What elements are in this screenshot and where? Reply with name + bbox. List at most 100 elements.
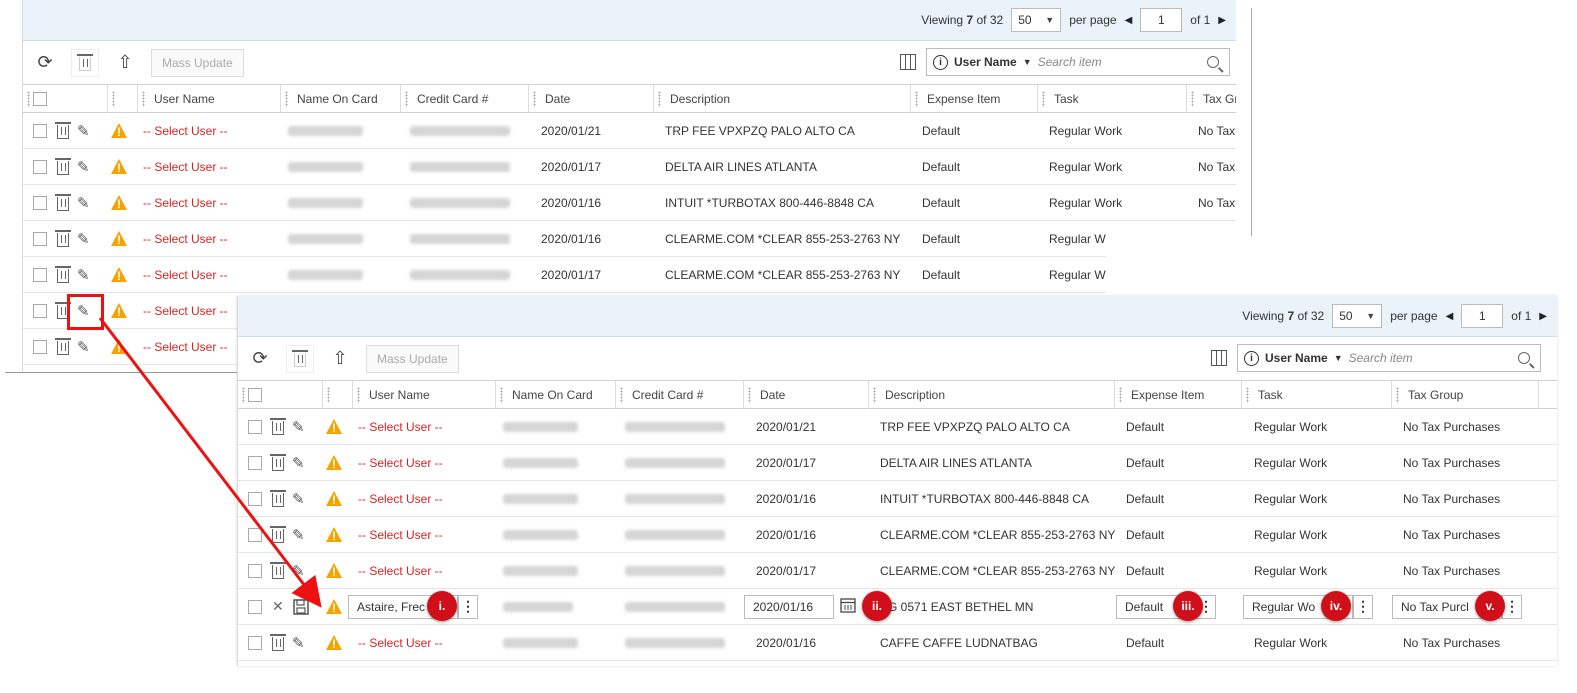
page-input[interactable]: 1	[1461, 304, 1504, 328]
row-checkbox[interactable]	[33, 329, 47, 364]
select-all-checkbox[interactable]	[248, 388, 262, 402]
edit-icon[interactable]: ✎	[77, 329, 90, 364]
prev-page-icon[interactable]: ◀	[1125, 15, 1133, 26]
row-checkbox[interactable]	[248, 409, 262, 444]
per-page-select[interactable]: 50 ▼	[1011, 8, 1062, 32]
search-box[interactable]: i User Name ▼ Search item	[1237, 344, 1541, 372]
trash-icon[interactable]	[55, 185, 71, 220]
edit-icon[interactable]: ✎	[77, 221, 90, 256]
trash-icon[interactable]	[270, 445, 286, 480]
column-name-on-card[interactable]: Name On Card	[496, 381, 616, 409]
column-tax-group[interactable]: Tax Gr	[1187, 85, 1236, 113]
user-select-link[interactable]: -- Select User --	[358, 553, 443, 588]
user-select-link[interactable]: -- Select User --	[143, 329, 228, 364]
user-select-link[interactable]: -- Select User --	[143, 221, 228, 256]
user-menu-icon[interactable]: ⋮	[458, 594, 478, 619]
column-task[interactable]: Task	[1242, 381, 1392, 409]
column-credit-card[interactable]: Credit Card #	[401, 85, 529, 113]
trash-icon[interactable]	[55, 257, 71, 292]
column-tax-group[interactable]: Tax Group	[1392, 381, 1539, 409]
column-expense-item[interactable]: Expense Item	[1115, 381, 1242, 409]
edit-icon[interactable]: ✎	[292, 481, 305, 516]
row-checkbox[interactable]	[33, 185, 47, 220]
user-select-link[interactable]: -- Select User --	[358, 625, 443, 660]
refresh-icon[interactable]: ⟳	[33, 51, 57, 75]
trash-icon[interactable]	[270, 517, 286, 552]
trash-icon[interactable]	[270, 409, 286, 444]
next-page-icon[interactable]: ▶	[1218, 15, 1226, 26]
row-checkbox[interactable]	[248, 625, 262, 660]
search-input[interactable]: Search item	[1038, 55, 1201, 69]
row-checkbox[interactable]	[33, 149, 47, 184]
user-select-link[interactable]: -- Select User --	[143, 149, 228, 184]
search-field-select[interactable]: User Name	[1265, 351, 1328, 365]
edit-icon[interactable]: ✎	[77, 257, 90, 292]
trash-icon[interactable]	[55, 149, 71, 184]
export-icon[interactable]: ⇧	[113, 51, 137, 75]
row-checkbox[interactable]	[248, 553, 262, 588]
page-input[interactable]: 1	[1140, 8, 1183, 32]
user-select-link[interactable]: -- Select User --	[143, 293, 228, 328]
user-select-link[interactable]: -- Select User --	[358, 517, 443, 552]
column-date[interactable]: Date	[744, 381, 869, 409]
columns-icon[interactable]	[1211, 350, 1227, 366]
trash-icon[interactable]	[270, 625, 286, 660]
search-input[interactable]: Search item	[1349, 351, 1512, 365]
trash-icon[interactable]	[55, 113, 71, 148]
trash-icon[interactable]	[270, 553, 286, 588]
edit-icon[interactable]: ✎	[77, 113, 90, 148]
search-field-select[interactable]: User Name	[954, 55, 1017, 69]
row-checkbox[interactable]	[33, 257, 47, 292]
per-page-select[interactable]: 50 ▼	[1332, 304, 1383, 328]
search-icon[interactable]	[1207, 56, 1219, 68]
edit-icon[interactable]: ✎	[292, 409, 305, 444]
column-description[interactable]: Description	[869, 381, 1115, 409]
trash-icon[interactable]	[55, 329, 71, 364]
user-select-link[interactable]: -- Select User --	[358, 409, 443, 444]
edit-icon[interactable]: ✎	[292, 445, 305, 480]
save-icon[interactable]	[293, 589, 309, 624]
column-user-name[interactable]: User Name	[138, 85, 281, 113]
search-box[interactable]: i User Name ▼ Search item	[926, 48, 1230, 76]
cancel-icon[interactable]: ✕	[272, 589, 284, 624]
user-select-link[interactable]: -- Select User --	[143, 257, 228, 292]
column-description[interactable]: Description	[654, 85, 911, 113]
edit-icon[interactable]: ✎	[77, 149, 90, 184]
task-menu-icon[interactable]: ⋮	[1353, 594, 1373, 619]
row-checkbox[interactable]	[33, 293, 47, 328]
column-expense-item[interactable]: Expense Item	[911, 85, 1038, 113]
search-icon[interactable]	[1518, 352, 1530, 364]
trash-icon[interactable]	[55, 221, 71, 256]
refresh-icon[interactable]: ⟳	[248, 347, 272, 371]
edit-icon[interactable]: ✎	[292, 625, 305, 660]
row-checkbox[interactable]	[248, 589, 262, 624]
column-user-name[interactable]: User Name	[353, 381, 496, 409]
edit-icon[interactable]: ✎	[292, 517, 305, 552]
row-checkbox[interactable]	[248, 517, 262, 552]
user-select-link[interactable]: -- Select User --	[143, 113, 228, 148]
column-date[interactable]: Date	[529, 85, 654, 113]
calendar-icon[interactable]	[840, 597, 856, 616]
edit-icon[interactable]: ✎	[77, 185, 90, 220]
info-icon[interactable]: i	[933, 54, 948, 70]
column-task[interactable]: Task	[1038, 85, 1187, 113]
trash-icon[interactable]	[270, 481, 286, 516]
user-select-link[interactable]: -- Select User --	[358, 445, 443, 480]
next-page-icon[interactable]: ▶	[1539, 311, 1547, 322]
export-icon[interactable]: ⇧	[328, 347, 352, 371]
prev-page-icon[interactable]: ◀	[1446, 311, 1454, 322]
row-checkbox[interactable]	[33, 221, 47, 256]
columns-icon[interactable]	[900, 54, 916, 70]
row-checkbox[interactable]	[33, 113, 47, 148]
date-input[interactable]: 2020/01/16	[744, 594, 834, 619]
column-credit-card[interactable]: Credit Card #	[616, 381, 744, 409]
user-select-link[interactable]: -- Select User --	[358, 481, 443, 516]
edit-icon[interactable]: ✎	[292, 553, 305, 588]
info-icon[interactable]: i	[1244, 350, 1259, 366]
tax-group-menu-icon[interactable]: ⋮	[1502, 594, 1522, 619]
select-all-checkbox[interactable]	[33, 92, 47, 106]
user-select-link[interactable]: -- Select User --	[143, 185, 228, 220]
column-name-on-card[interactable]: Name On Card	[281, 85, 401, 113]
row-checkbox[interactable]	[248, 445, 262, 480]
row-checkbox[interactable]	[248, 481, 262, 516]
